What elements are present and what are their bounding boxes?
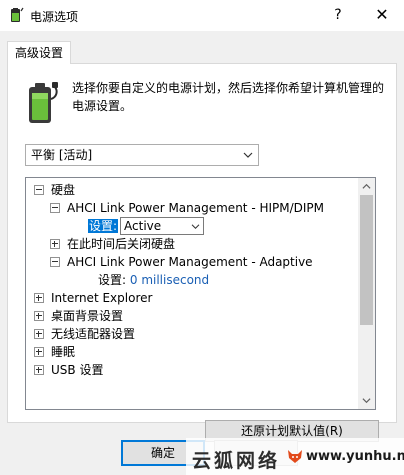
expand-icon[interactable] <box>34 311 44 321</box>
expand-icon[interactable] <box>34 329 44 339</box>
adaptive-setting-value[interactable]: 0 millisecond <box>130 273 209 287</box>
settings-tree[interactable]: 硬盘 AHCI Link Power Management - HIPM/DIP… <box>25 177 376 410</box>
advanced-settings-panel: 选择你要自定义的电源计划，然后选择你希望计算机管理的电源设置。 平衡 [活动] … <box>7 63 397 442</box>
watermark-url: www.yunhu.net <box>306 449 404 464</box>
power-plan-value: 平衡 [活动] <box>31 148 93 162</box>
scrollbar-thumb[interactable] <box>360 195 373 325</box>
hipm-setting-select[interactable]: Active <box>120 217 205 235</box>
collapse-icon[interactable] <box>34 185 44 195</box>
expand-icon[interactable] <box>34 347 44 357</box>
description-text: 选择你要自定义的电源计划，然后选择你希望计算机管理的电源设置。 <box>72 81 385 113</box>
chevron-down-icon[interactable] <box>362 396 371 405</box>
watermark-text: 云狐网络 <box>192 450 281 472</box>
dialog-body: 高级设置 选择你要自定义的电源计划，然后选择你希望计算机管理的电源设置。 平衡 … <box>0 31 404 475</box>
hipm-setting-value: Active <box>124 219 162 233</box>
watermark: 云狐网络 www.yunhu.net <box>186 438 404 475</box>
battery-plug-icon <box>29 82 58 123</box>
help-button[interactable]: ? <box>318 2 358 28</box>
collapse-icon[interactable] <box>50 203 60 213</box>
tree-item-adaptive-setting[interactable]: 设置: 0 millisecond <box>98 271 209 289</box>
chevron-down-icon <box>243 152 253 158</box>
fox-logo-icon <box>288 450 302 463</box>
expand-icon[interactable] <box>34 293 44 303</box>
title-bar: 电源选项 ? ✕ <box>0 0 404 31</box>
expand-icon[interactable] <box>50 239 60 249</box>
power-options-icon <box>11 7 24 22</box>
collapse-icon[interactable] <box>50 257 60 267</box>
chevron-down-icon <box>191 224 200 229</box>
setting-label: 设置: <box>88 219 119 233</box>
expand-icon[interactable] <box>34 365 44 375</box>
tab-advanced-settings[interactable]: 高级设置 <box>7 41 72 64</box>
close-button[interactable]: ✕ <box>360 2 404 28</box>
tree-scrollbar[interactable] <box>358 178 375 409</box>
power-plan-select[interactable]: 平衡 [活动] <box>25 144 259 166</box>
chevron-up-icon[interactable] <box>362 182 371 191</box>
tree-item-hipm-setting[interactable]: 设置: Active <box>88 217 205 235</box>
window-title: 电源选项 <box>30 10 79 24</box>
setting-label: 设置: <box>98 273 127 287</box>
